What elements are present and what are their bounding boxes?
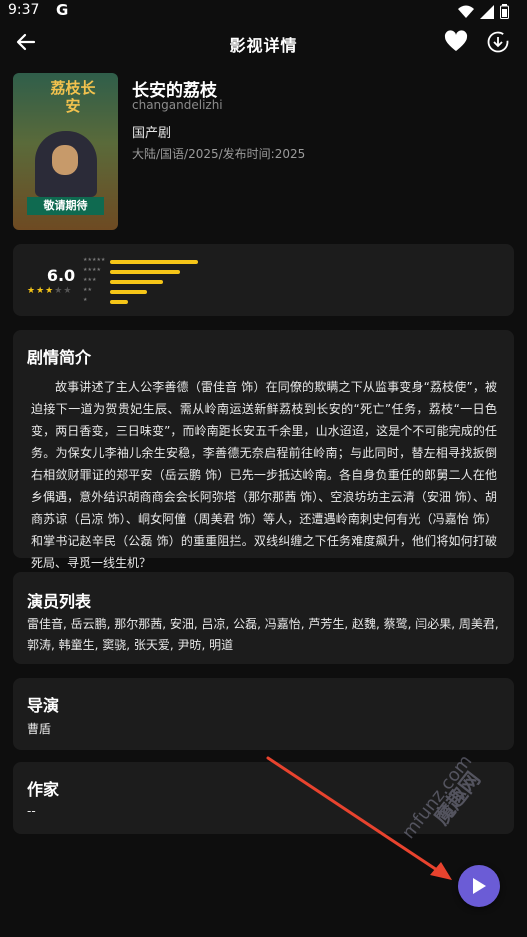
wifi-icon: [458, 5, 474, 18]
status-bar: 9:37 G: [0, 0, 527, 24]
cast-heading: 演员列表: [27, 592, 92, 611]
synopsis-text: 故事讲述了主人公李善德（雷佳音 饰）在同僚的欺瞒之下从监事变身“荔枝使”，被迫接…: [31, 380, 497, 570]
movie-category: 国产剧: [132, 126, 172, 141]
poster-title-art: 荔枝长安: [50, 79, 96, 115]
download-circle-icon: [487, 31, 509, 53]
synopsis-heading: 剧情简介: [27, 348, 92, 367]
rating-card: 6.0 ★★★★★ ★★★★★ ★★★★ ★★★ ★★ ★: [13, 244, 514, 316]
poster-banner: 敬请期待: [27, 197, 104, 215]
battery-icon: [500, 4, 509, 19]
movie-meta: 大陆/国语/2025/发布时间:2025: [132, 147, 306, 161]
director-card: 导演 曹盾: [13, 678, 514, 750]
google-app-icon: G: [56, 1, 69, 19]
favorite-button[interactable]: [442, 28, 470, 56]
poster-face: [52, 145, 78, 175]
rating-dist-bar: [110, 290, 147, 294]
director-name: 曹盾: [27, 722, 52, 736]
play-button[interactable]: [458, 865, 500, 907]
star-icon: ★: [45, 286, 55, 296]
rating-dist-stars: ★★★★★: [83, 257, 106, 263]
download-button[interactable]: [484, 28, 512, 56]
star-icon: ★: [63, 286, 73, 296]
director-heading: 导演: [27, 696, 60, 715]
rating-stars: ★★★★★: [27, 286, 72, 296]
status-icons: [458, 4, 509, 19]
cast-card: 演员列表 雷佳音, 岳云鹏, 那尔那茜, 安沺, 吕凉, 公磊, 冯嘉怡, 芦芳…: [13, 572, 514, 664]
status-time: 9:37: [8, 2, 40, 18]
cast-list: 雷佳音, 岳云鹏, 那尔那茜, 安沺, 吕凉, 公磊, 冯嘉怡, 芦芳生, 赵魏…: [27, 617, 499, 652]
rating-dist-bar: [110, 280, 163, 284]
app-bar: 影视详情: [0, 24, 527, 60]
rating-dist-bar: [110, 270, 180, 274]
star-icon: ★: [36, 286, 46, 296]
writer-heading: 作家: [27, 780, 60, 799]
rating-dist-stars: ★★: [83, 287, 92, 293]
rating-dist-bar: [110, 260, 198, 264]
signal-icon: [480, 4, 494, 19]
synopsis-card: 剧情简介 故事讲述了主人公李善德（雷佳音 饰）在同僚的欺瞒之下从监事变身“荔枝使…: [13, 330, 514, 570]
movie-pinyin: changandelizhi: [132, 98, 223, 112]
star-icon: ★: [54, 286, 64, 296]
rating-dist-stars: ★★★: [83, 277, 97, 283]
rating-dist-stars: ★: [83, 297, 88, 303]
rating-dist-bar: [110, 300, 128, 304]
heart-icon: [444, 30, 468, 51]
rating-dist-stars: ★★★★: [83, 267, 101, 273]
star-icon: ★: [27, 286, 37, 296]
rating-score: 6.0: [46, 266, 76, 285]
writer-name: --: [27, 804, 36, 818]
play-icon: [473, 878, 486, 894]
movie-poster[interactable]: 荔枝长安 敬请期待: [13, 73, 118, 230]
